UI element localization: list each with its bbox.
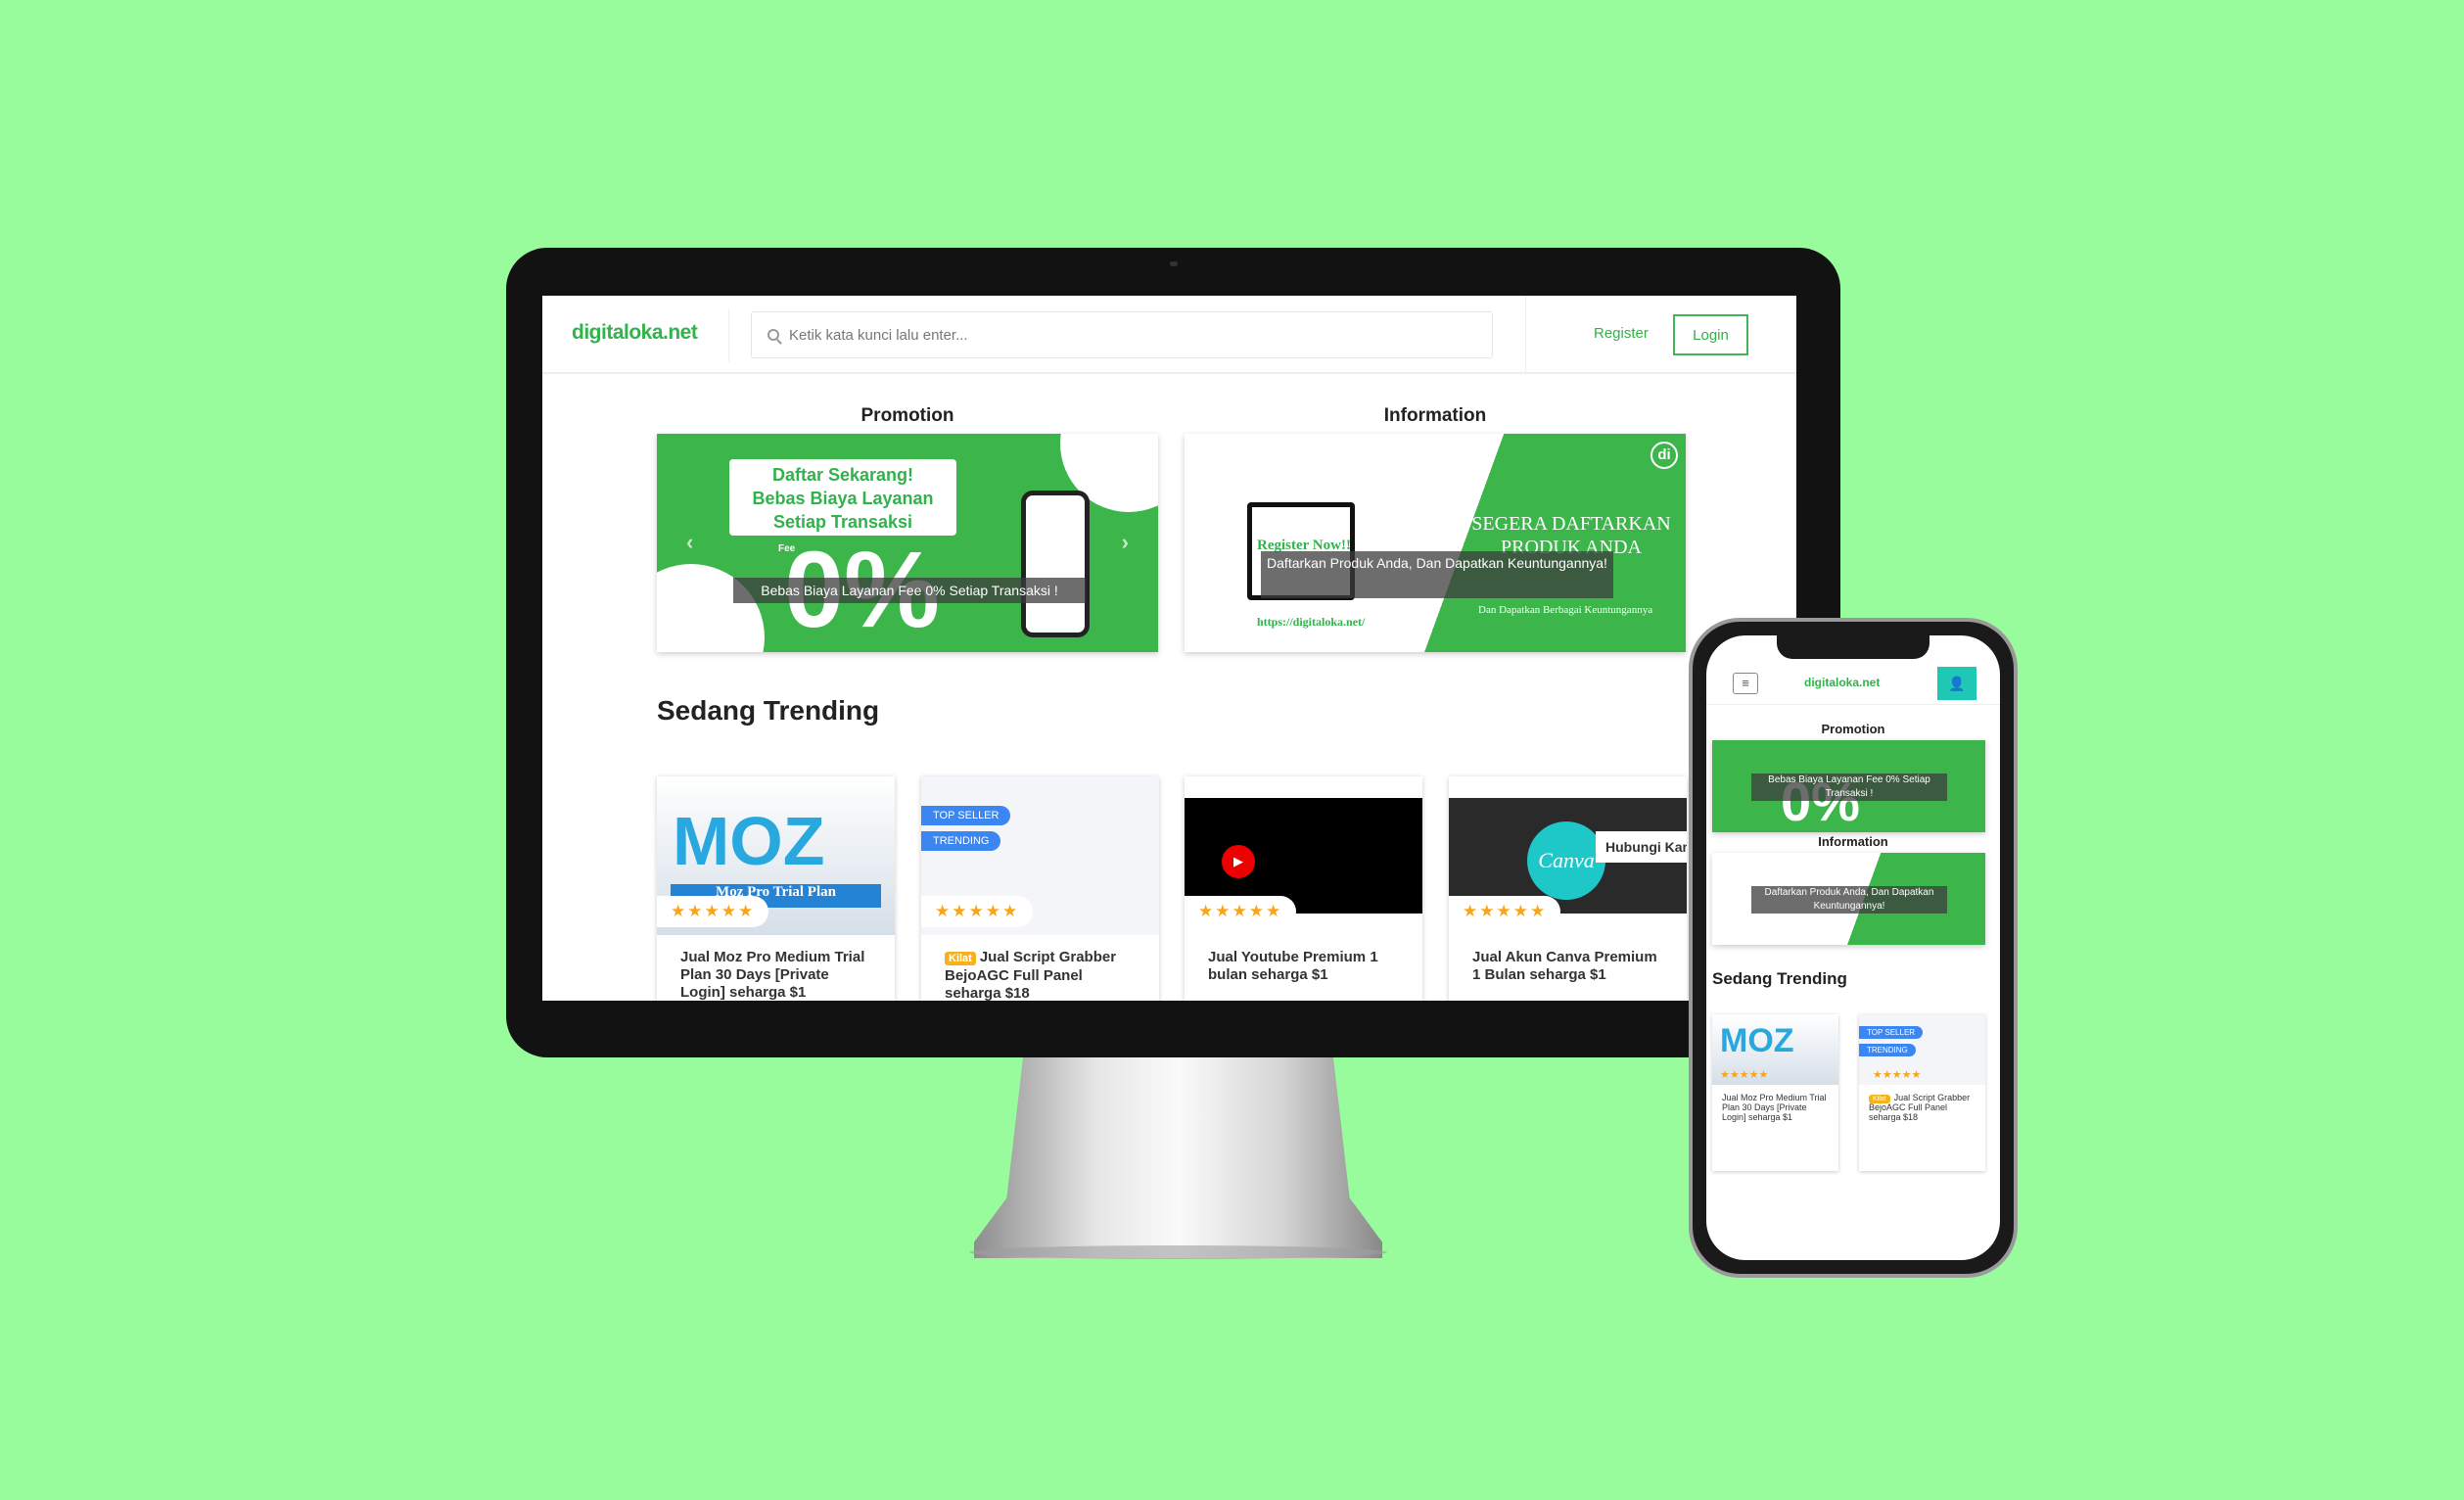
info-url: https://digitaloka.net/ <box>1257 615 1366 629</box>
rating-stars: ★★★★★ <box>1720 1069 1769 1081</box>
mobile-promotion-caption: Bebas Biaya Layanan Fee 0% Setiap Transa… <box>1751 773 1947 801</box>
user-icon[interactable]: 👤 <box>1937 667 1976 700</box>
rating-stars: ★★★★★ <box>1873 1069 1922 1081</box>
product-card[interactable]: MOZ Moz Pro Trial Plan ★★★★★ Jual Moz Pr… <box>657 776 895 1001</box>
search-placeholder: Ketik kata kunci lalu enter... <box>789 326 968 344</box>
promotion-title: Promotion <box>860 405 954 426</box>
login-button[interactable]: Login <box>1673 314 1748 355</box>
top-seller-tag: TOP SELLER <box>921 806 1011 825</box>
site-logo[interactable]: digitaloka.net <box>572 321 698 345</box>
brand-badge-icon: di <box>1650 442 1678 469</box>
product-title: Jual Moz Pro Medium Trial Plan 30 Days [… <box>1722 1093 1827 1122</box>
mobile-trending-title: Sedang Trending <box>1712 969 1847 988</box>
product-card[interactable]: ▶ ★★★★★ Jual Youtube Premium 1 bulan seh… <box>1185 776 1422 1001</box>
promotion-banner[interactable]: Daftar Sekarang! Bebas Biaya Layanan Set… <box>657 434 1158 652</box>
product-card[interactable]: Canva Hubungi Kami ★★★★★ Jual Akun Canva… <box>1449 776 1687 1001</box>
top-seller-tag: TOP SELLER <box>1859 1026 1924 1039</box>
mobile-information-title: Information <box>1818 834 1888 849</box>
information-title: Information <box>1383 405 1487 426</box>
contact-us-button[interactable]: Hubungi Kami <box>1596 831 1687 863</box>
trending-tag: TRENDING <box>921 831 1001 851</box>
rating-stars: ★★★★★ <box>657 896 769 927</box>
product-card[interactable]: TOP SELLER TRENDING ★★★★★ Kilat Jual Scri… <box>921 776 1159 1001</box>
trending-tag: TRENDING <box>1859 1044 1916 1056</box>
rating-stars: ★★★★★ <box>1449 896 1561 927</box>
moz-logo: MOZ <box>1720 1022 1794 1059</box>
hamburger-menu-icon[interactable]: ≡ <box>1733 673 1758 694</box>
divider <box>1525 296 1526 374</box>
product-title: Jual Akun Canva Premium 1 Bulan seharga … <box>1472 949 1657 983</box>
rating-stars: ★★★★★ <box>921 896 1034 927</box>
camera <box>1170 261 1178 266</box>
register-link[interactable]: Register <box>1594 325 1649 342</box>
mobile-promotion-banner[interactable]: 0% Bebas Biaya Layanan Fee 0% Setiap Tra… <box>1712 740 1985 832</box>
mobile-screen: ≡ digitaloka.net 👤 Promotion 0% Bebas Bi… <box>1706 635 2000 1260</box>
search-icon <box>767 329 779 341</box>
mobile-logo[interactable]: digitaloka.net <box>1804 676 1880 689</box>
prev-arrow-icon[interactable]: ‹ <box>686 530 693 555</box>
desktop-monitor: digitaloka.net Ketik kata kunci lalu ent… <box>506 248 1840 1057</box>
search-input[interactable]: Ketik kata kunci lalu enter... <box>751 311 1493 358</box>
information-caption: Daftarkan Produk Anda, Dan Dapatkan Keun… <box>1261 551 1613 598</box>
information-banner[interactable]: Register Now!! https://digitaloka.net/ S… <box>1185 434 1686 652</box>
stand-base <box>969 1245 1387 1259</box>
site-header: digitaloka.net Ketik kata kunci lalu ent… <box>542 296 1796 374</box>
divider <box>728 309 729 362</box>
phone-notch <box>1777 635 1929 659</box>
next-arrow-icon[interactable]: › <box>1122 530 1129 555</box>
youtube-play-icon: ▶ <box>1222 845 1255 878</box>
trending-title: Sedang Trending <box>657 695 880 726</box>
moz-logo: MOZ <box>673 803 825 879</box>
promo-line: Daftar Sekarang! <box>771 465 914 485</box>
product-title: Jual Youtube Premium 1 bulan seharga $1 <box>1208 949 1378 983</box>
promotion-caption: Bebas Biaya Layanan Fee 0% Setiap Transa… <box>733 578 1086 603</box>
mobile-promotion-title: Promotion <box>1821 722 1885 736</box>
mobile-phone: ≡ digitaloka.net 👤 Promotion 0% Bebas Bi… <box>1689 618 2018 1278</box>
promo-line: Bebas Biaya Layanan <box>752 489 934 508</box>
mobile-information-caption: Daftarkan Produk Anda, Dan Dapatkan Keun… <box>1751 886 1947 914</box>
canva-logo: Canva <box>1527 821 1605 900</box>
monitor-stand <box>974 1057 1382 1258</box>
desktop-screen: digitaloka.net Ketik kata kunci lalu ent… <box>542 296 1796 1001</box>
mobile-information-banner[interactable]: Daftarkan Produk Anda, Dan Dapatkan Keun… <box>1712 853 1985 945</box>
kilat-badge: Kilat <box>945 952 976 965</box>
product-title: Jual Moz Pro Medium Trial Plan 30 Days [… <box>680 949 865 1001</box>
info-sub: Dan Dapatkan Berbagai Keuntungannya <box>1478 604 1653 616</box>
product-card[interactable]: MOZ ★★★★★ Jual Moz Pro Medium Trial Plan … <box>1712 1014 1838 1171</box>
product-card[interactable]: TOP SELLER TRENDING ★★★★★ Kilat Jual Scri… <box>1859 1014 1985 1171</box>
rating-stars: ★★★★★ <box>1185 896 1297 927</box>
